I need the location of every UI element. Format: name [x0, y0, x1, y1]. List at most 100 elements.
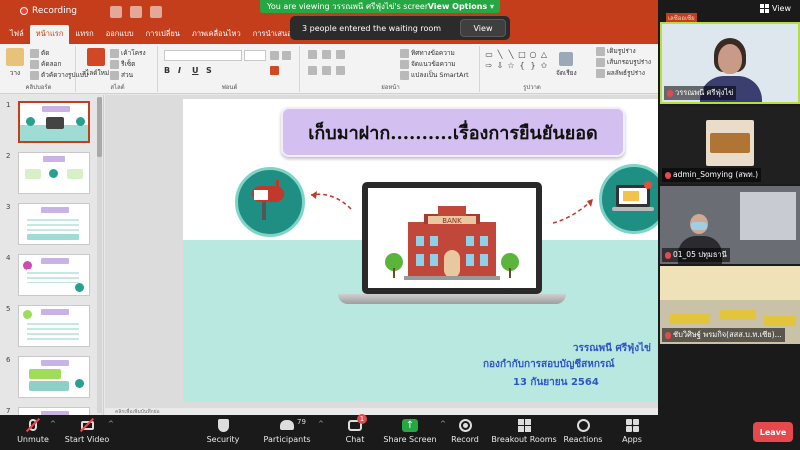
view-button[interactable]: View: [760, 4, 791, 13]
participant-name: วรรณพนี ศรีฟุ่งไข่: [664, 86, 737, 100]
shapes-gallery[interactable]: ▭ ╲ ╲ □ ○ △ ⇨ ⇩ ☆ { } ✩: [484, 50, 550, 80]
text-direction-button[interactable]: ทิศทางข้อความ: [400, 48, 455, 58]
thumbnail-item[interactable]: 3: [6, 203, 98, 247]
shadow-button[interactable]: S: [206, 66, 212, 75]
participant-name: ชับวิศิษฐ์ พรมกิจ(สสส.บ.ท.เซีย)...: [662, 328, 785, 342]
shape-oval-icon: ○: [529, 50, 537, 59]
participant-tile[interactable]: ชับวิศิษฐ์ พรมกิจ(สสส.บ.ท.เซีย)...: [660, 266, 800, 344]
participant-tile[interactable]: วรรณพนี ศรีฟุ่งไข่: [660, 22, 800, 104]
indent-icon[interactable]: [336, 50, 345, 59]
slide-thumbnails-pane[interactable]: 1 2 3 4 5 6 7: [0, 95, 104, 415]
tab-design[interactable]: ออกแบบ: [100, 25, 140, 44]
align-text-button[interactable]: จัดแนวข้อความ: [400, 59, 456, 69]
slide-thumbnail[interactable]: [18, 356, 90, 398]
shape-brace-icon: {: [519, 61, 525, 70]
tab-insert[interactable]: แทรก: [69, 25, 99, 44]
participants-button[interactable]: 79 Participants: [254, 418, 320, 448]
bold-button[interactable]: B: [164, 66, 170, 75]
shield-icon: [215, 418, 231, 432]
thumbnail-item[interactable]: 4: [6, 254, 98, 298]
align-right-icon[interactable]: [336, 66, 345, 75]
cut-button[interactable]: ตัด: [30, 48, 49, 58]
record-dot-icon: [20, 7, 28, 15]
slide-thumbnail[interactable]: [18, 305, 90, 347]
mic-muted-icon: [25, 417, 41, 433]
font-size-select[interactable]: [244, 50, 266, 61]
redo-icon[interactable]: [150, 6, 162, 18]
font-color-icon[interactable]: [270, 66, 279, 75]
thumbnail-item[interactable]: 1: [6, 101, 98, 145]
waiting-room-notification: 3 people entered the waiting room View: [290, 16, 510, 40]
tab-file[interactable]: ไฟล์: [4, 25, 30, 44]
slide-department[interactable]: กองกำกับการสอบบัญชีสหกรณ์: [483, 357, 658, 372]
smartart-button[interactable]: แปลงเป็น SmartArt: [400, 70, 469, 80]
tab-home[interactable]: หน้าแรก: [29, 25, 70, 44]
slide-thumbnail[interactable]: [18, 152, 90, 194]
share-screen-icon: ↑: [402, 418, 418, 432]
layout-button[interactable]: เค้าโครง: [110, 48, 146, 58]
save-icon[interactable]: [110, 6, 122, 18]
increase-font-icon[interactable]: [270, 51, 279, 60]
slide-date[interactable]: 13 กันยายน 2564: [513, 375, 658, 390]
paste-button[interactable]: วาง: [6, 48, 24, 78]
copy-button[interactable]: คัดลอก: [30, 59, 61, 69]
layout-icon: [110, 48, 119, 58]
apps-button[interactable]: Apps: [599, 418, 665, 448]
chat-unread-badge: 1: [357, 414, 367, 424]
arrange-button[interactable]: จัดเรียง: [556, 52, 577, 78]
font-family-select[interactable]: [164, 50, 242, 61]
new-slide-button[interactable]: สไลด์ใหม่: [82, 48, 109, 78]
decrease-font-icon[interactable]: [282, 51, 291, 60]
reset-button[interactable]: รีเซ็ต: [110, 59, 135, 69]
scrollbar-thumb[interactable]: [97, 97, 102, 157]
slide-author[interactable]: วรรณพนี ศรีฟุ่งไข่: [503, 341, 651, 356]
brush-icon: [30, 70, 39, 80]
group-label-paragraph: ย่อหน้า: [381, 84, 400, 91]
underline-button[interactable]: U: [192, 66, 199, 75]
tab-transitions[interactable]: การเปลี่ยน: [140, 25, 186, 44]
record-button[interactable]: Record: [432, 418, 498, 448]
align-left-icon[interactable]: [308, 66, 317, 75]
chat-icon: 1: [347, 414, 367, 432]
participants-count: 79: [297, 418, 306, 426]
slide-thumbnail[interactable]: [18, 203, 90, 245]
slide-thumbnail[interactable]: [18, 407, 90, 415]
group-label-font: ฟอนต์: [221, 84, 238, 91]
waiting-room-view-button[interactable]: View: [460, 19, 506, 37]
align-center-icon[interactable]: [322, 66, 331, 75]
waiting-room-text: 3 people entered the waiting room: [302, 23, 442, 33]
video-options-chevron-icon[interactable]: ^: [108, 420, 114, 428]
recording-indicator[interactable]: Recording: [20, 6, 77, 16]
mic-muted-icon: [667, 89, 673, 97]
thumbnail-item[interactable]: 7: [6, 407, 98, 415]
section-button[interactable]: ส่วน: [110, 70, 133, 80]
participant-tile[interactable]: 01_05 ปทุมธานี: [660, 186, 800, 264]
mic-muted-icon: [665, 251, 671, 259]
view-options-button[interactable]: View Options ▾: [428, 2, 500, 11]
slide-thumbnail[interactable]: [18, 101, 90, 143]
breakout-rooms-button[interactable]: Breakout Rooms: [491, 418, 557, 448]
italic-button[interactable]: I: [178, 66, 181, 75]
shape-effects-button[interactable]: ผลลัพธ์รูปร่าง: [596, 68, 645, 78]
thumbnail-item[interactable]: 2: [6, 152, 98, 196]
notes-pane[interactable]: คลิกเพื่อเพิ่มบันทึกย่อ: [105, 408, 658, 415]
tab-animations[interactable]: ภาพเคลื่อนไหว: [186, 25, 247, 44]
screen-share-banner: You are viewing วรรณพนี ศรีฟุ่งไข่'s scr…: [260, 0, 500, 13]
thumbnail-item[interactable]: 5: [6, 305, 98, 349]
slide-thumbnail[interactable]: [18, 254, 90, 296]
shape-rect-icon: □: [518, 50, 526, 59]
leave-button[interactable]: Leave: [753, 422, 793, 442]
current-slide[interactable]: เก็บมาฝาก..........เรื่องการยืนยันยอด BA…: [183, 99, 658, 402]
bullets-icon[interactable]: [308, 50, 317, 59]
thumbnail-item[interactable]: 6: [6, 356, 98, 400]
group-clipboard: วาง ตัด คัดลอก ตัวคัดวางรูปแบบ คลิปบอร์ด: [2, 46, 88, 92]
scissors-icon: [30, 48, 39, 58]
undo-icon[interactable]: [130, 6, 142, 18]
shape-fill-button[interactable]: เติมรูปร่าง: [596, 46, 636, 56]
security-button[interactable]: Security: [190, 418, 256, 448]
thumbnails-scrollbar[interactable]: [97, 97, 102, 413]
participant-tile[interactable]: admin_Somying (สพท.): [660, 106, 800, 184]
numbering-icon[interactable]: [322, 50, 331, 59]
paste-icon: [6, 48, 24, 66]
shape-outline-button[interactable]: เส้นกรอบรูปร่าง: [596, 57, 651, 67]
